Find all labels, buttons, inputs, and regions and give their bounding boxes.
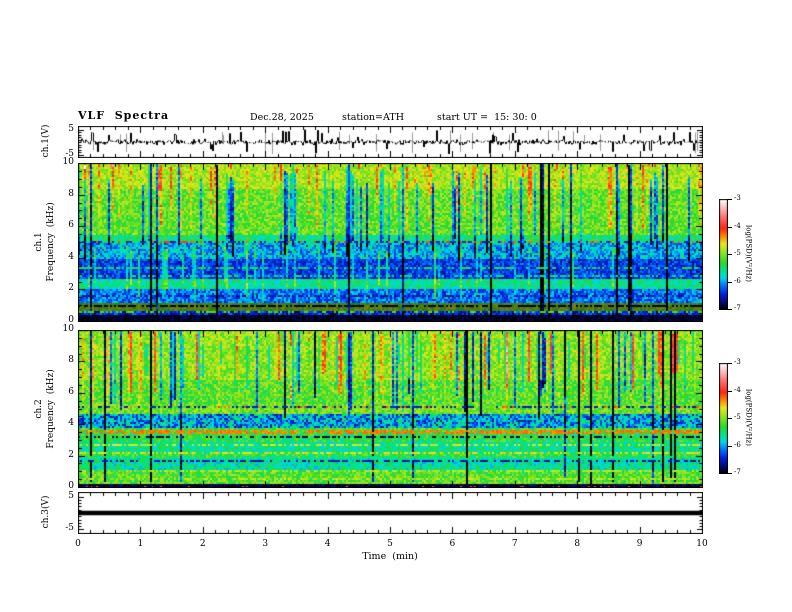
y-tick-label: 10 xyxy=(62,157,74,167)
colorbar-tick-label: -4 xyxy=(734,222,741,230)
colorbar-tick-label: -5 xyxy=(734,249,741,257)
x-tick-label: 4 xyxy=(324,539,331,549)
ch1-spectrogram-channel-label: ch.1 xyxy=(34,232,45,252)
vlf-spectra-figure: VLF Spectra Dec.28, 2025 station=ATH sta… xyxy=(0,0,792,612)
ch1-spectrogram-panel xyxy=(78,163,703,322)
time-axis-label: Time (min) xyxy=(362,551,418,562)
y-tick-label: 8 xyxy=(68,355,74,366)
colorbar-tick-label: -5 xyxy=(734,413,741,421)
x-tick-label: 7 xyxy=(511,539,518,549)
colorbar-tick-label: -3 xyxy=(734,194,741,202)
ch3-voltage-axis-label: ch.3(V) xyxy=(41,495,52,529)
y-tick-label: 6 xyxy=(68,220,74,231)
x-tick-label: 3 xyxy=(262,539,269,549)
x-tick-label: 10 xyxy=(696,539,708,549)
y-tick-label: 2 xyxy=(68,449,74,460)
x-tick-label: 1 xyxy=(137,539,144,549)
colorbar-ch2 xyxy=(719,363,728,474)
colorbar-tick xyxy=(728,227,732,228)
colorbar-tick xyxy=(728,446,732,447)
colorbar-tick-label: -7 xyxy=(734,304,741,312)
ch2-spectrogram-channel-label: ch.2 xyxy=(34,399,45,419)
y-tick-label: 5 xyxy=(68,490,74,501)
x-tick-label: 9 xyxy=(636,539,643,549)
ch3-waveform-panel xyxy=(78,492,703,534)
station-label: station=ATH xyxy=(342,112,404,123)
x-tick-label: 5 xyxy=(387,539,393,549)
colorbar-tick xyxy=(728,473,732,474)
y-tick-label: -5 xyxy=(65,523,74,534)
y-tick-label: 2 xyxy=(68,283,74,294)
colorbar-tick xyxy=(728,282,732,283)
colorbar-tick-label: -4 xyxy=(734,386,741,394)
y-tick-label: 4 xyxy=(68,251,74,262)
y-tick-label: 5 xyxy=(68,123,74,134)
colorbar-tick-label: -3 xyxy=(734,358,741,366)
y-tick-label: 4 xyxy=(68,418,74,429)
y-tick-label: 0 xyxy=(68,481,74,491)
colorbar-tick xyxy=(728,199,732,200)
start-ut-label: start UT = 15: 30: 0 xyxy=(437,112,537,123)
colorbar-tick xyxy=(728,254,732,255)
x-tick-label: 8 xyxy=(574,539,581,549)
ch2-spectrogram-panel xyxy=(78,330,703,488)
colorbar-tick xyxy=(728,391,732,392)
page-title: VLF Spectra xyxy=(78,109,170,122)
x-tick-label: 0 xyxy=(75,539,81,549)
y-tick-label: 10 xyxy=(62,324,74,334)
colorbar-tick-label: -6 xyxy=(734,441,741,449)
ch1-waveform-panel xyxy=(78,126,703,158)
colorbar-tick xyxy=(728,309,732,310)
y-tick-label: 6 xyxy=(68,386,74,397)
colorbar-tick-label: -7 xyxy=(734,468,741,476)
colorbar-tick-label: -6 xyxy=(734,277,741,285)
colorbar-tick xyxy=(728,418,732,419)
colorbar-ch1 xyxy=(719,199,728,310)
colorbar-tick xyxy=(728,363,732,364)
date-label: Dec.28, 2025 xyxy=(250,112,314,123)
x-tick-label: 6 xyxy=(449,539,456,549)
y-tick-label: 8 xyxy=(68,188,74,199)
x-tick-label: 2 xyxy=(199,539,206,549)
